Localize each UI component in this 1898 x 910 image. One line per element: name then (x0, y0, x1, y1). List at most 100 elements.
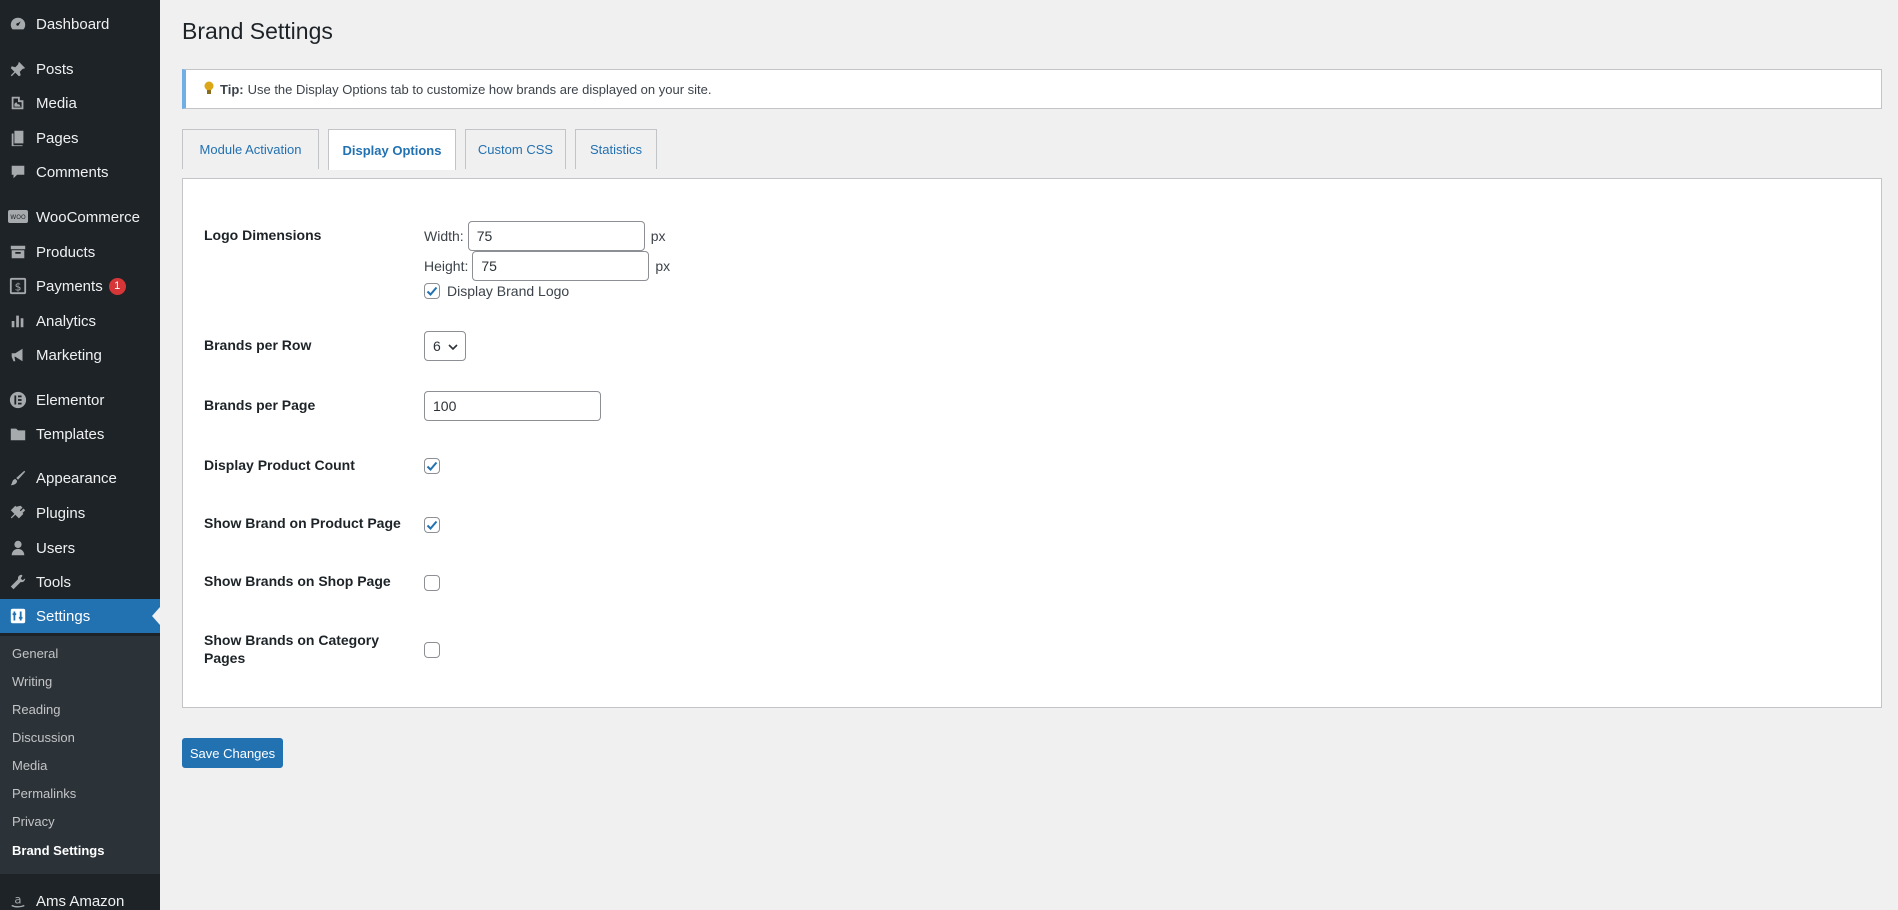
folder-icon (8, 424, 28, 444)
tab-module-activation[interactable]: Module Activation (182, 129, 319, 169)
menu-label: Ams Amazon (36, 892, 125, 910)
width-label: Width: (424, 228, 464, 244)
menu-pages[interactable]: Pages (0, 121, 160, 155)
tab-statistics[interactable]: Statistics (575, 129, 657, 169)
menu-products[interactable]: Products (0, 235, 160, 269)
menu-payments[interactable]: $ Payments 1 (0, 269, 160, 303)
menu-media[interactable]: Media (0, 86, 160, 120)
menu-dashboard[interactable]: Dashboard (0, 7, 160, 41)
submenu-privacy[interactable]: Privacy (12, 814, 55, 829)
display-logo-checkbox[interactable] (424, 283, 440, 299)
width-unit: px (650, 228, 666, 244)
menu-label: Plugins (36, 504, 86, 522)
notification-badge: 1 (108, 277, 126, 295)
media-icon (8, 93, 28, 113)
logo-height-input[interactable] (472, 251, 650, 281)
notice-text: Use the Display Options tab to customize… (247, 81, 712, 97)
wrench-icon (8, 572, 28, 592)
menu-templates[interactable]: Templates (0, 417, 160, 451)
save-changes-button[interactable]: Save Changes (182, 738, 283, 768)
show-brands-category-pages-checkbox[interactable] (424, 642, 440, 658)
show-brands-category-pages-label: Show Brands on Category Pages (204, 632, 380, 666)
menu-woocommerce[interactable]: WOO WooCommerce (0, 200, 160, 234)
svg-text:WOO: WOO (10, 214, 26, 221)
page-title: Brand Settings (182, 18, 333, 44)
tab-label: Statistics (589, 142, 642, 157)
brush-icon (8, 468, 28, 488)
user-icon (8, 538, 28, 558)
menu-label: Users (36, 539, 76, 557)
megaphone-icon (8, 345, 28, 365)
menu-label: Appearance (36, 469, 117, 487)
show-brands-shop-page-checkbox[interactable] (424, 575, 440, 591)
submenu-general[interactable]: General (12, 646, 58, 661)
menu-users[interactable]: Users (0, 531, 160, 565)
menu-plugins[interactable]: Plugins (0, 496, 160, 530)
dollar-icon: $ (8, 276, 28, 296)
menu-label: Analytics (36, 312, 97, 330)
menu-elementor[interactable]: Elementor (0, 383, 160, 417)
svg-text:a: a (14, 893, 21, 907)
chevron-down-icon (447, 340, 459, 356)
tab-custom-css[interactable]: Custom CSS (465, 129, 566, 169)
submenu-permalinks[interactable]: Permalinks (12, 786, 76, 801)
woo-icon: WOO (8, 207, 28, 227)
tab-label: Custom CSS (477, 142, 554, 157)
menu-analytics[interactable]: Analytics (0, 304, 160, 338)
height-unit: px (655, 258, 671, 274)
width-field: Width: px (424, 221, 665, 251)
settings-panel: Logo Dimensions Width: px Height: px Dis… (182, 178, 1882, 708)
menu-label: WooCommerce (36, 208, 140, 226)
menu-label: Tools (36, 573, 72, 591)
submenu-media[interactable]: Media (12, 758, 47, 773)
menu-settings[interactable]: Settings (0, 599, 160, 633)
menu-tools[interactable]: Tools (0, 565, 160, 599)
select-value: 6 (433, 338, 441, 354)
display-product-count-checkbox[interactable] (424, 458, 440, 474)
display-logo-field: Display Brand Logo (424, 283, 569, 299)
show-brands-shop-page-label: Show Brands on Shop Page (204, 573, 391, 589)
menu-marketing[interactable]: Marketing (0, 338, 160, 372)
submenu-reading[interactable]: Reading (12, 702, 60, 717)
submenu-discussion[interactable]: Discussion (12, 730, 75, 745)
notice-label: Tip: (220, 81, 244, 97)
tab-display-options[interactable]: Display Options (328, 129, 456, 170)
menu-label: Elementor (36, 391, 105, 409)
elementor-icon (8, 390, 28, 410)
tab-label: Display Options (342, 142, 442, 158)
menu-label: Products (36, 243, 96, 261)
tab-label: Module Activation (199, 142, 302, 157)
settings-icon (8, 606, 28, 626)
brands-per-row-label: Brands per Row (204, 337, 312, 353)
height-label: Height: (424, 258, 469, 274)
pages-icon (8, 128, 28, 148)
comment-icon (8, 162, 28, 182)
tip-notice: Tip: Use the Display Options tab to cust… (182, 69, 1882, 109)
dashboard-icon (8, 14, 28, 34)
bar-chart-icon (8, 311, 28, 331)
menu-appearance[interactable]: Appearance (0, 461, 160, 495)
pin-icon (8, 59, 28, 79)
brands-per-row-select[interactable]: 6 (424, 331, 466, 361)
svg-text:$: $ (15, 281, 22, 294)
submenu-brand-settings[interactable]: Brand Settings (12, 843, 104, 858)
show-brand-product-page-label: Show Brand on Product Page (204, 515, 401, 531)
menu-posts[interactable]: Posts (0, 52, 160, 86)
brands-per-page-input[interactable] (424, 391, 601, 421)
submenu-writing[interactable]: Writing (12, 674, 52, 689)
menu-label: Media (36, 94, 77, 112)
menu-comments[interactable]: Comments (0, 155, 160, 189)
display-logo-label: Display Brand Logo (447, 283, 570, 299)
archive-icon (8, 242, 28, 262)
menu-label: Comments (36, 163, 109, 181)
menu-label: Pages (36, 129, 79, 147)
show-brand-product-page-checkbox[interactable] (424, 517, 440, 533)
height-field: Height: px (424, 251, 670, 281)
menu-ams-amazon[interactable]: a Ams Amazon (0, 884, 160, 910)
logo-width-input[interactable] (467, 221, 645, 251)
menu-label: Posts (36, 60, 74, 78)
display-product-count-label: Display Product Count (204, 457, 355, 473)
amazon-icon: a (8, 891, 28, 910)
settings-submenu: General Writing Reading Discussion Media… (0, 636, 160, 874)
menu-label: Dashboard (36, 15, 110, 33)
